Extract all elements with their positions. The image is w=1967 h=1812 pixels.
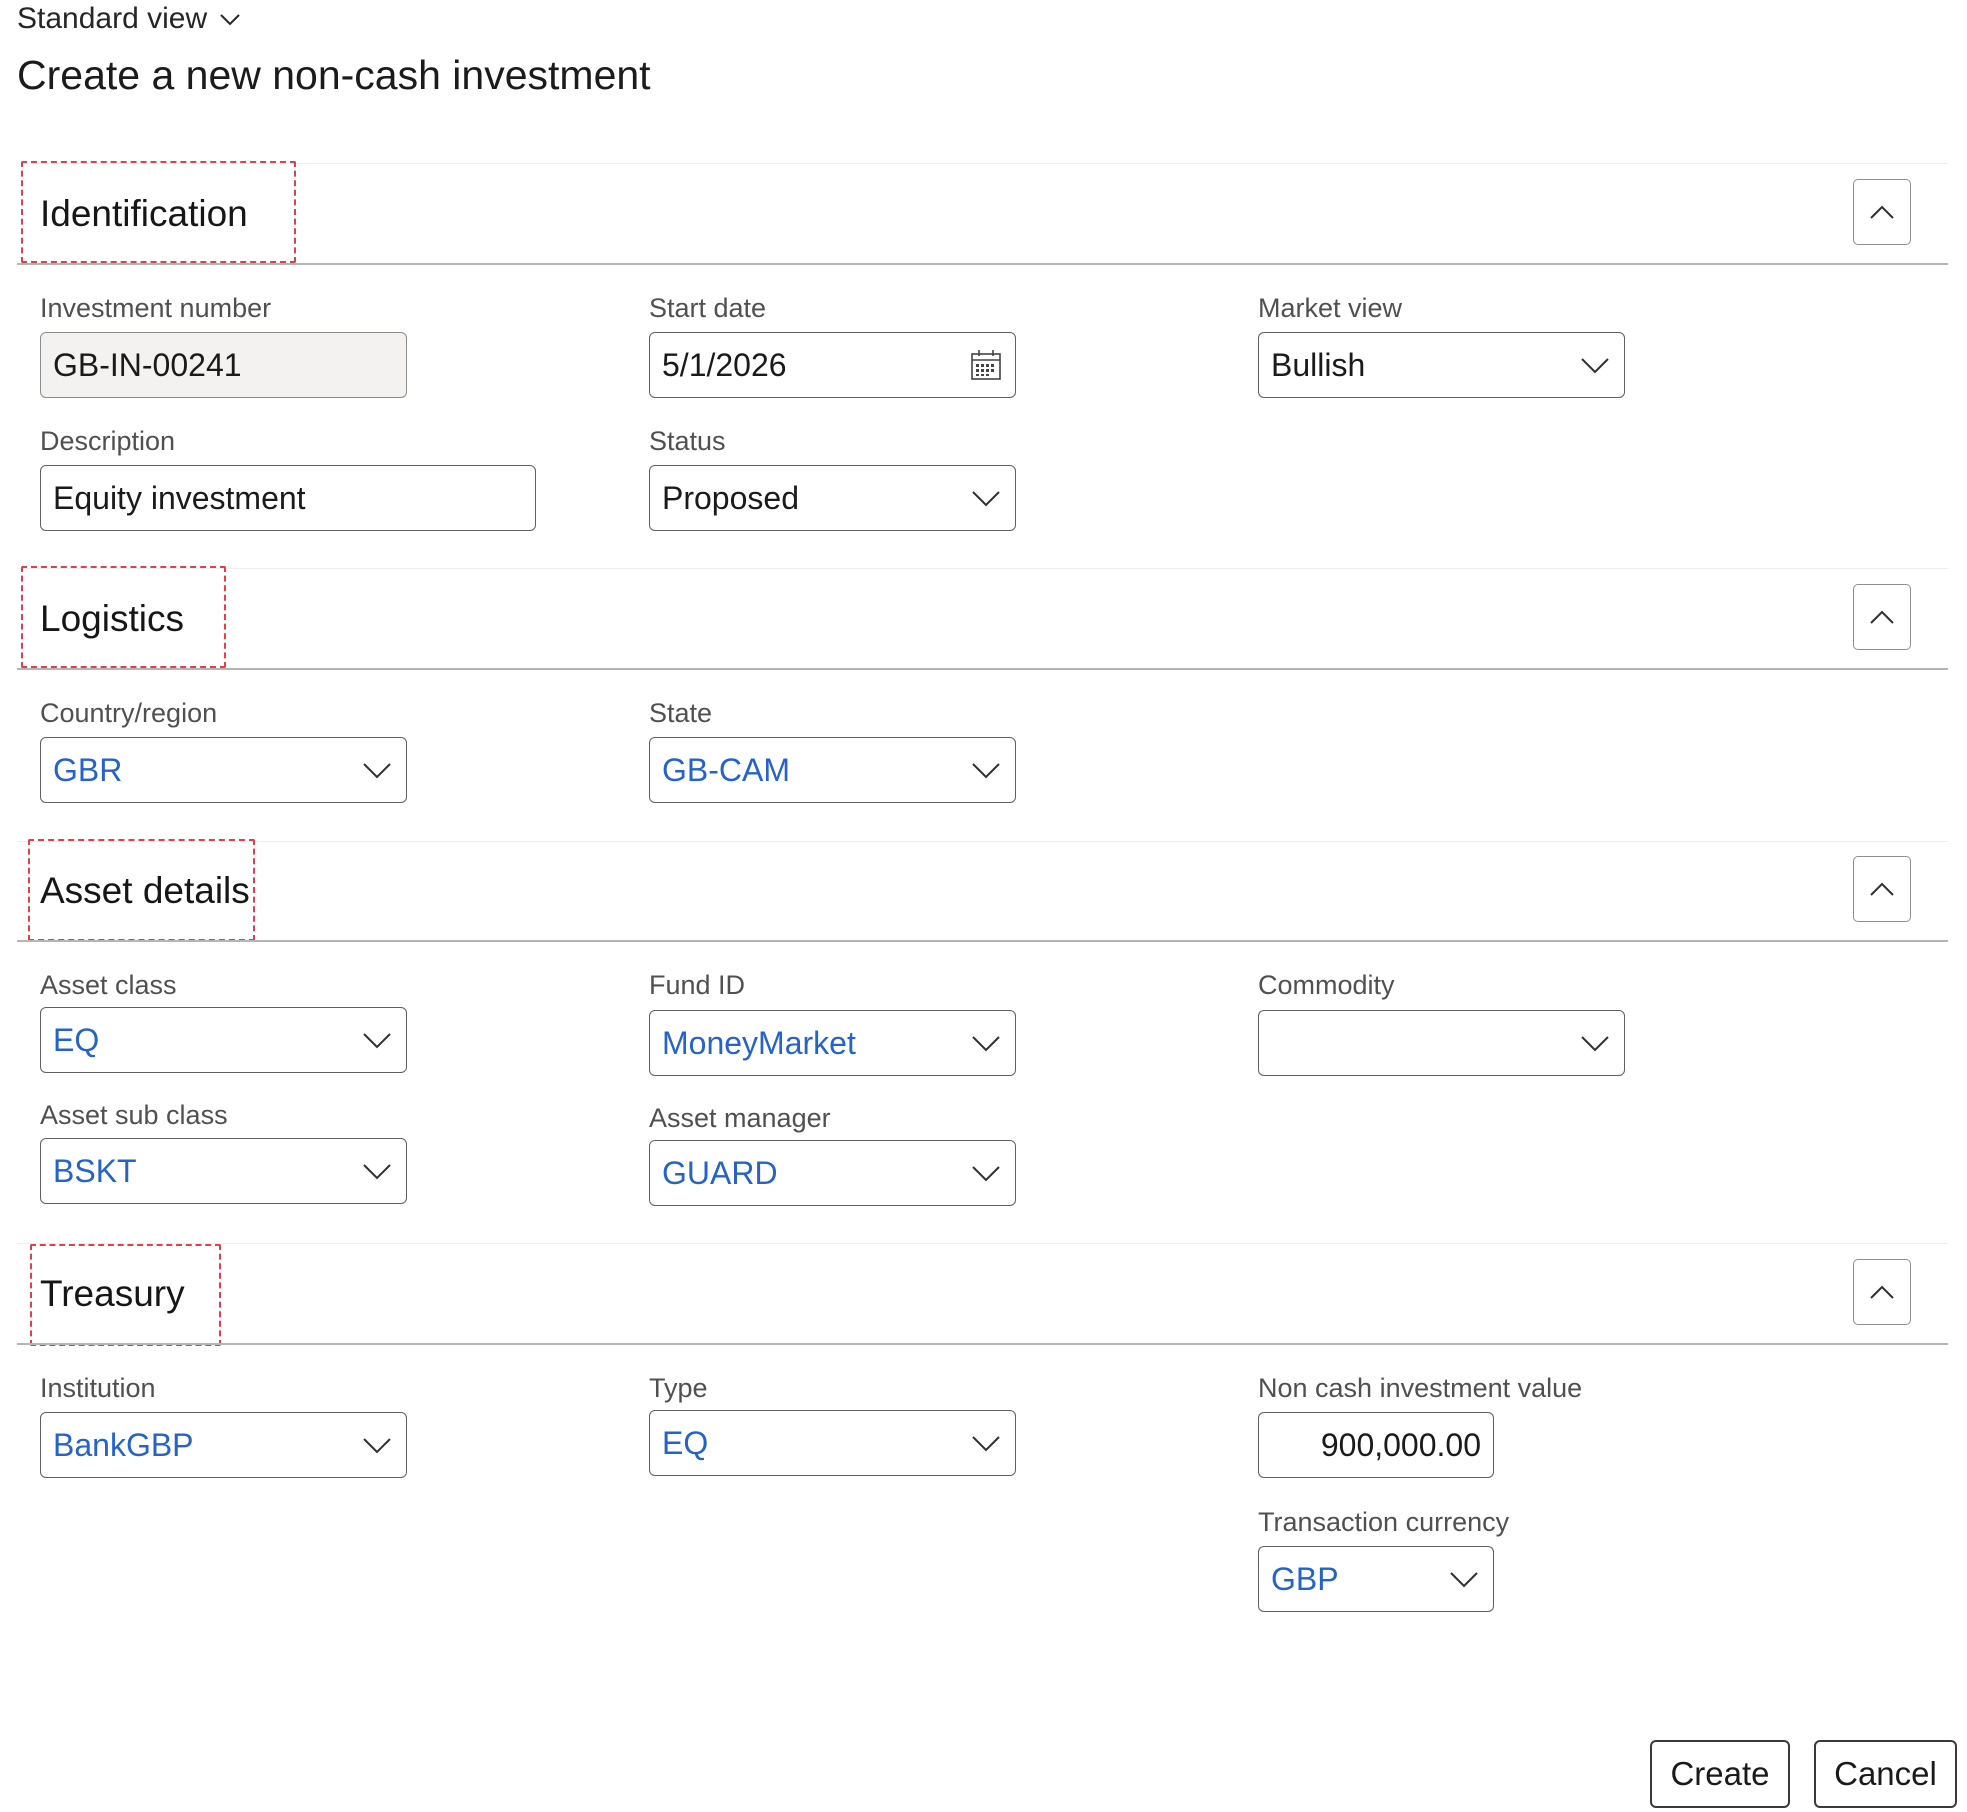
type-value[interactable]: EQ (662, 1425, 969, 1462)
commodity-label: Commodity (1258, 970, 1395, 1000)
section-top-border (17, 1243, 1948, 1244)
institution-dropdown[interactable]: BankGBP (40, 1412, 407, 1478)
asset-class-value[interactable]: EQ (53, 1022, 360, 1059)
asset-manager-label: Asset manager (649, 1103, 831, 1133)
chevron-down-icon (1581, 1036, 1609, 1052)
calendar-icon[interactable] (969, 348, 1003, 382)
status-label: Status (649, 426, 726, 456)
state-label: State (649, 698, 713, 728)
status-dropdown[interactable]: Proposed (649, 465, 1016, 531)
start-date-label: Start date (649, 293, 767, 323)
institution-value[interactable]: BankGBP (53, 1427, 360, 1464)
chevron-down-icon (1450, 1572, 1478, 1588)
description-field[interactable]: Equity investment (40, 465, 536, 531)
view-selector-label: Standard view (17, 2, 208, 35)
chevron-down-icon (972, 491, 1000, 507)
collapse-logistics-button[interactable] (1853, 584, 1911, 650)
non-cash-investment-value-field[interactable]: 900,000.00 (1258, 1412, 1494, 1478)
chevron-up-icon (1870, 610, 1894, 624)
start-date-field[interactable]: 5/1/2026 (649, 332, 1016, 398)
country-region-value[interactable]: GBR (53, 752, 360, 789)
institution-label: Institution (40, 1373, 156, 1403)
chevron-down-icon (972, 1166, 1000, 1182)
transaction-currency-dropdown[interactable]: GBP (1258, 1546, 1494, 1612)
chevron-down-icon (972, 1436, 1000, 1452)
chevron-down-icon (363, 1438, 391, 1454)
investment-number-field[interactable]: GB-IN-00241 (40, 332, 407, 398)
investment-number-label: Investment number (40, 293, 272, 323)
section-title-treasury[interactable]: Treasury (40, 1273, 185, 1315)
type-dropdown[interactable]: EQ (649, 1410, 1016, 1476)
asset-sub-class-dropdown[interactable]: BSKT (40, 1138, 407, 1204)
non-cash-investment-value-label: Non cash investment value (1258, 1373, 1583, 1403)
asset-manager-dropdown[interactable]: GUARD (649, 1140, 1016, 1206)
section-title-logistics[interactable]: Logistics (40, 598, 184, 640)
description-value: Equity investment (53, 479, 306, 516)
page-title: Create a new non-cash investment (17, 52, 651, 98)
chevron-up-icon (1870, 882, 1894, 896)
chevron-down-icon (363, 763, 391, 779)
chevron-down-icon (220, 14, 240, 26)
market-view-label: Market view (1258, 293, 1403, 323)
asset-class-label: Asset class (40, 970, 177, 1000)
section-divider (17, 1343, 1948, 1345)
cancel-button[interactable]: Cancel (1814, 1740, 1957, 1808)
chevron-up-icon (1870, 1285, 1894, 1299)
commodity-dropdown[interactable] (1258, 1010, 1625, 1076)
start-date-value: 5/1/2026 (662, 346, 787, 383)
collapse-treasury-button[interactable] (1853, 1259, 1911, 1325)
investment-number-value: GB-IN-00241 (53, 346, 242, 383)
chevron-down-icon (972, 1036, 1000, 1052)
country-region-dropdown[interactable]: GBR (40, 737, 407, 803)
state-dropdown[interactable]: GB-CAM (649, 737, 1016, 803)
asset-sub-class-value[interactable]: BSKT (53, 1153, 360, 1190)
country-region-label: Country/region (40, 698, 218, 728)
create-button[interactable]: Create (1650, 1740, 1790, 1808)
chevron-down-icon (972, 763, 1000, 779)
section-top-border (17, 568, 1948, 569)
state-value[interactable]: GB-CAM (662, 752, 969, 789)
fund-id-label: Fund ID (649, 970, 746, 1000)
section-divider (17, 668, 1948, 670)
section-divider (17, 940, 1948, 942)
type-label: Type (649, 1373, 708, 1403)
section-title-asset-details[interactable]: Asset details (40, 870, 250, 912)
view-selector[interactable]: Standard view (17, 2, 243, 36)
section-top-border (17, 163, 1948, 164)
collapse-identification-button[interactable] (1853, 179, 1911, 245)
section-title-identification[interactable]: Identification (40, 193, 248, 235)
chevron-down-icon (363, 1164, 391, 1180)
transaction-currency-value[interactable]: GBP (1271, 1561, 1447, 1598)
asset-manager-value[interactable]: GUARD (662, 1155, 969, 1192)
section-divider (17, 263, 1948, 265)
fund-id-value[interactable]: MoneyMarket (662, 1025, 969, 1062)
non-cash-investment-value: 900,000.00 (1320, 1426, 1481, 1463)
section-top-border (17, 841, 1948, 842)
collapse-asset-details-button[interactable] (1853, 856, 1911, 922)
market-view-dropdown[interactable]: Bullish (1258, 332, 1625, 398)
status-value: Proposed (662, 479, 799, 516)
asset-sub-class-label: Asset sub class (40, 1100, 228, 1130)
asset-class-dropdown[interactable]: EQ (40, 1007, 407, 1073)
fund-id-dropdown[interactable]: MoneyMarket (649, 1010, 1016, 1076)
market-view-value: Bullish (1271, 346, 1366, 383)
chevron-down-icon (1581, 358, 1609, 374)
chevron-down-icon (363, 1033, 391, 1049)
chevron-up-icon (1870, 205, 1894, 219)
transaction-currency-label: Transaction currency (1258, 1507, 1510, 1537)
description-label: Description (40, 426, 176, 456)
